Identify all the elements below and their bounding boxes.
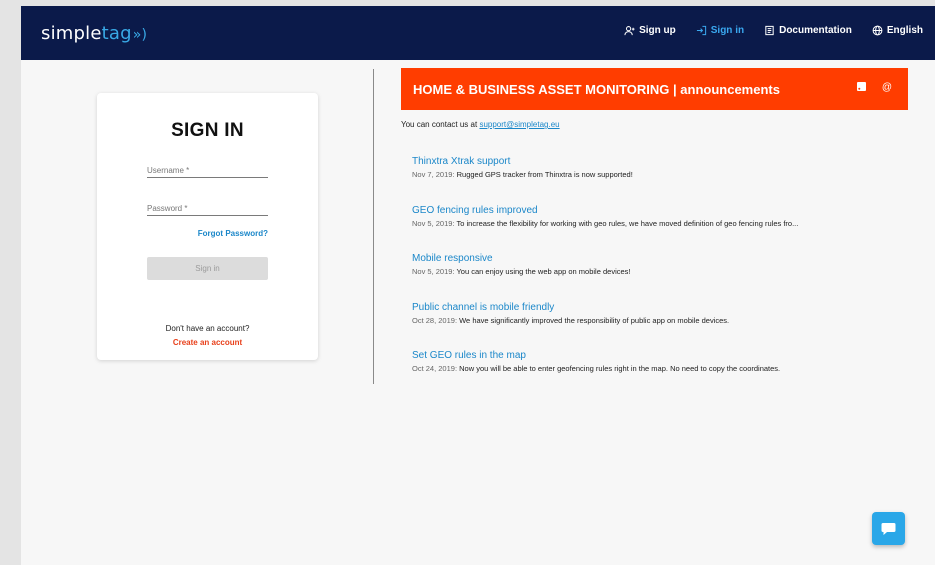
news-desc: Oct 24, 2019: Now you will be able to en… [412,364,912,373]
news-text: Rugged GPS tracker from Thinxtra is now … [454,170,633,179]
chat-button[interactable] [872,512,905,545]
list-item: Thinxtra Xtrak support Nov 7, 2019: Rugg… [412,156,912,205]
signin-button[interactable]: Sign in [147,257,268,280]
vertical-divider [373,69,374,384]
list-item: Mobile responsive Nov 5, 2019: You can e… [412,253,912,302]
news-title[interactable]: GEO fencing rules improved [412,205,912,216]
news-title[interactable]: Public channel is mobile friendly [412,302,912,313]
top-bar: simpletag») Sign up Sign in Documentatio… [21,6,935,60]
signin-card: SIGN IN Forgot Password? Sign in Don't h… [97,93,318,360]
news-title[interactable]: Thinxtra Xtrak support [412,156,912,167]
globe-icon [872,25,883,36]
news-date: Nov 5, 2019: [412,218,455,228]
news-desc: Nov 5, 2019: To increase the flexibility… [412,219,912,228]
at-icon[interactable]: @ [882,82,892,94]
news-title[interactable]: Mobile responsive [412,253,912,264]
news-date: Oct 24, 2019: [412,364,458,373]
news-date: Oct 28, 2019: [412,315,458,325]
browser-window: simpletag») Sign up Sign in Documentatio… [21,6,935,565]
list-item: Public channel is mobile friendly Oct 28… [412,302,912,351]
nav-signin[interactable]: Sign in [696,25,744,36]
contact-email-link[interactable]: support@simpletag.eu [479,120,559,129]
announcements-title: HOME & BUSINESS ASSET MONITORING | annou… [413,81,780,97]
forgot-password-link[interactable]: Forgot Password? [198,229,268,238]
list-item: GEO fencing rules improved Nov 5, 2019: … [412,205,912,254]
nav-signup-label: Sign up [639,25,676,36]
news-desc: Nov 5, 2019: You can enjoy using the web… [412,267,912,276]
news-list: Thinxtra Xtrak support Nov 7, 2019: Rugg… [412,156,912,399]
news-desc: Nov 7, 2019: Rugged GPS tracker from Thi… [412,170,912,179]
logo-waves: ») [132,27,148,43]
password-field[interactable] [147,198,268,217]
password-input[interactable] [147,200,268,217]
news-text: You can enjoy using the web app on mobil… [454,267,631,276]
news-text: Now you will be able to enter geofencing… [457,364,781,373]
news-date: Nov 7, 2019: [412,170,455,179]
announcements-actions: @ [856,82,892,94]
nav-language-label: English [886,25,923,36]
news-title[interactable]: Set GEO rules in the map [412,350,912,361]
contact-prefix: You can contact us at [401,120,480,129]
news-text: To increase the flexibility for working … [454,218,799,228]
signin-title: SIGN IN [171,120,244,141]
username-field[interactable] [147,160,268,179]
news-desc: Oct 28, 2019: We have significantly impr… [412,316,912,325]
rss-icon[interactable] [856,82,866,94]
nav-documentation[interactable]: Documentation [764,25,852,36]
nav-documentation-label: Documentation [779,25,852,36]
logo[interactable]: simpletag») [41,23,147,44]
create-account-link[interactable]: Create an account [97,338,318,347]
nav-language[interactable]: English [872,25,923,36]
user-plus-icon [624,26,635,36]
username-input[interactable] [147,162,268,179]
list-item: Set GEO rules in the map Oct 24, 2019: N… [412,350,912,399]
logo-simple: simple [41,23,102,44]
book-icon [765,25,774,36]
news-text: We have significantly improved the respo… [457,315,730,325]
logo-tag: tag [101,23,132,44]
chat-icon [881,522,896,535]
no-account-text: Don't have an account? [165,324,250,333]
sign-in-icon [696,25,706,36]
announcements-header: HOME & BUSINESS ASSET MONITORING | annou… [401,68,908,110]
news-date: Nov 5, 2019: [412,267,455,276]
nav-signup[interactable]: Sign up [624,25,676,36]
contact-line: You can contact us at support@simpletag.… [401,120,560,129]
nav-signin-label: Sign in [710,25,745,36]
top-nav: Sign up Sign in Documentation English [624,25,923,36]
